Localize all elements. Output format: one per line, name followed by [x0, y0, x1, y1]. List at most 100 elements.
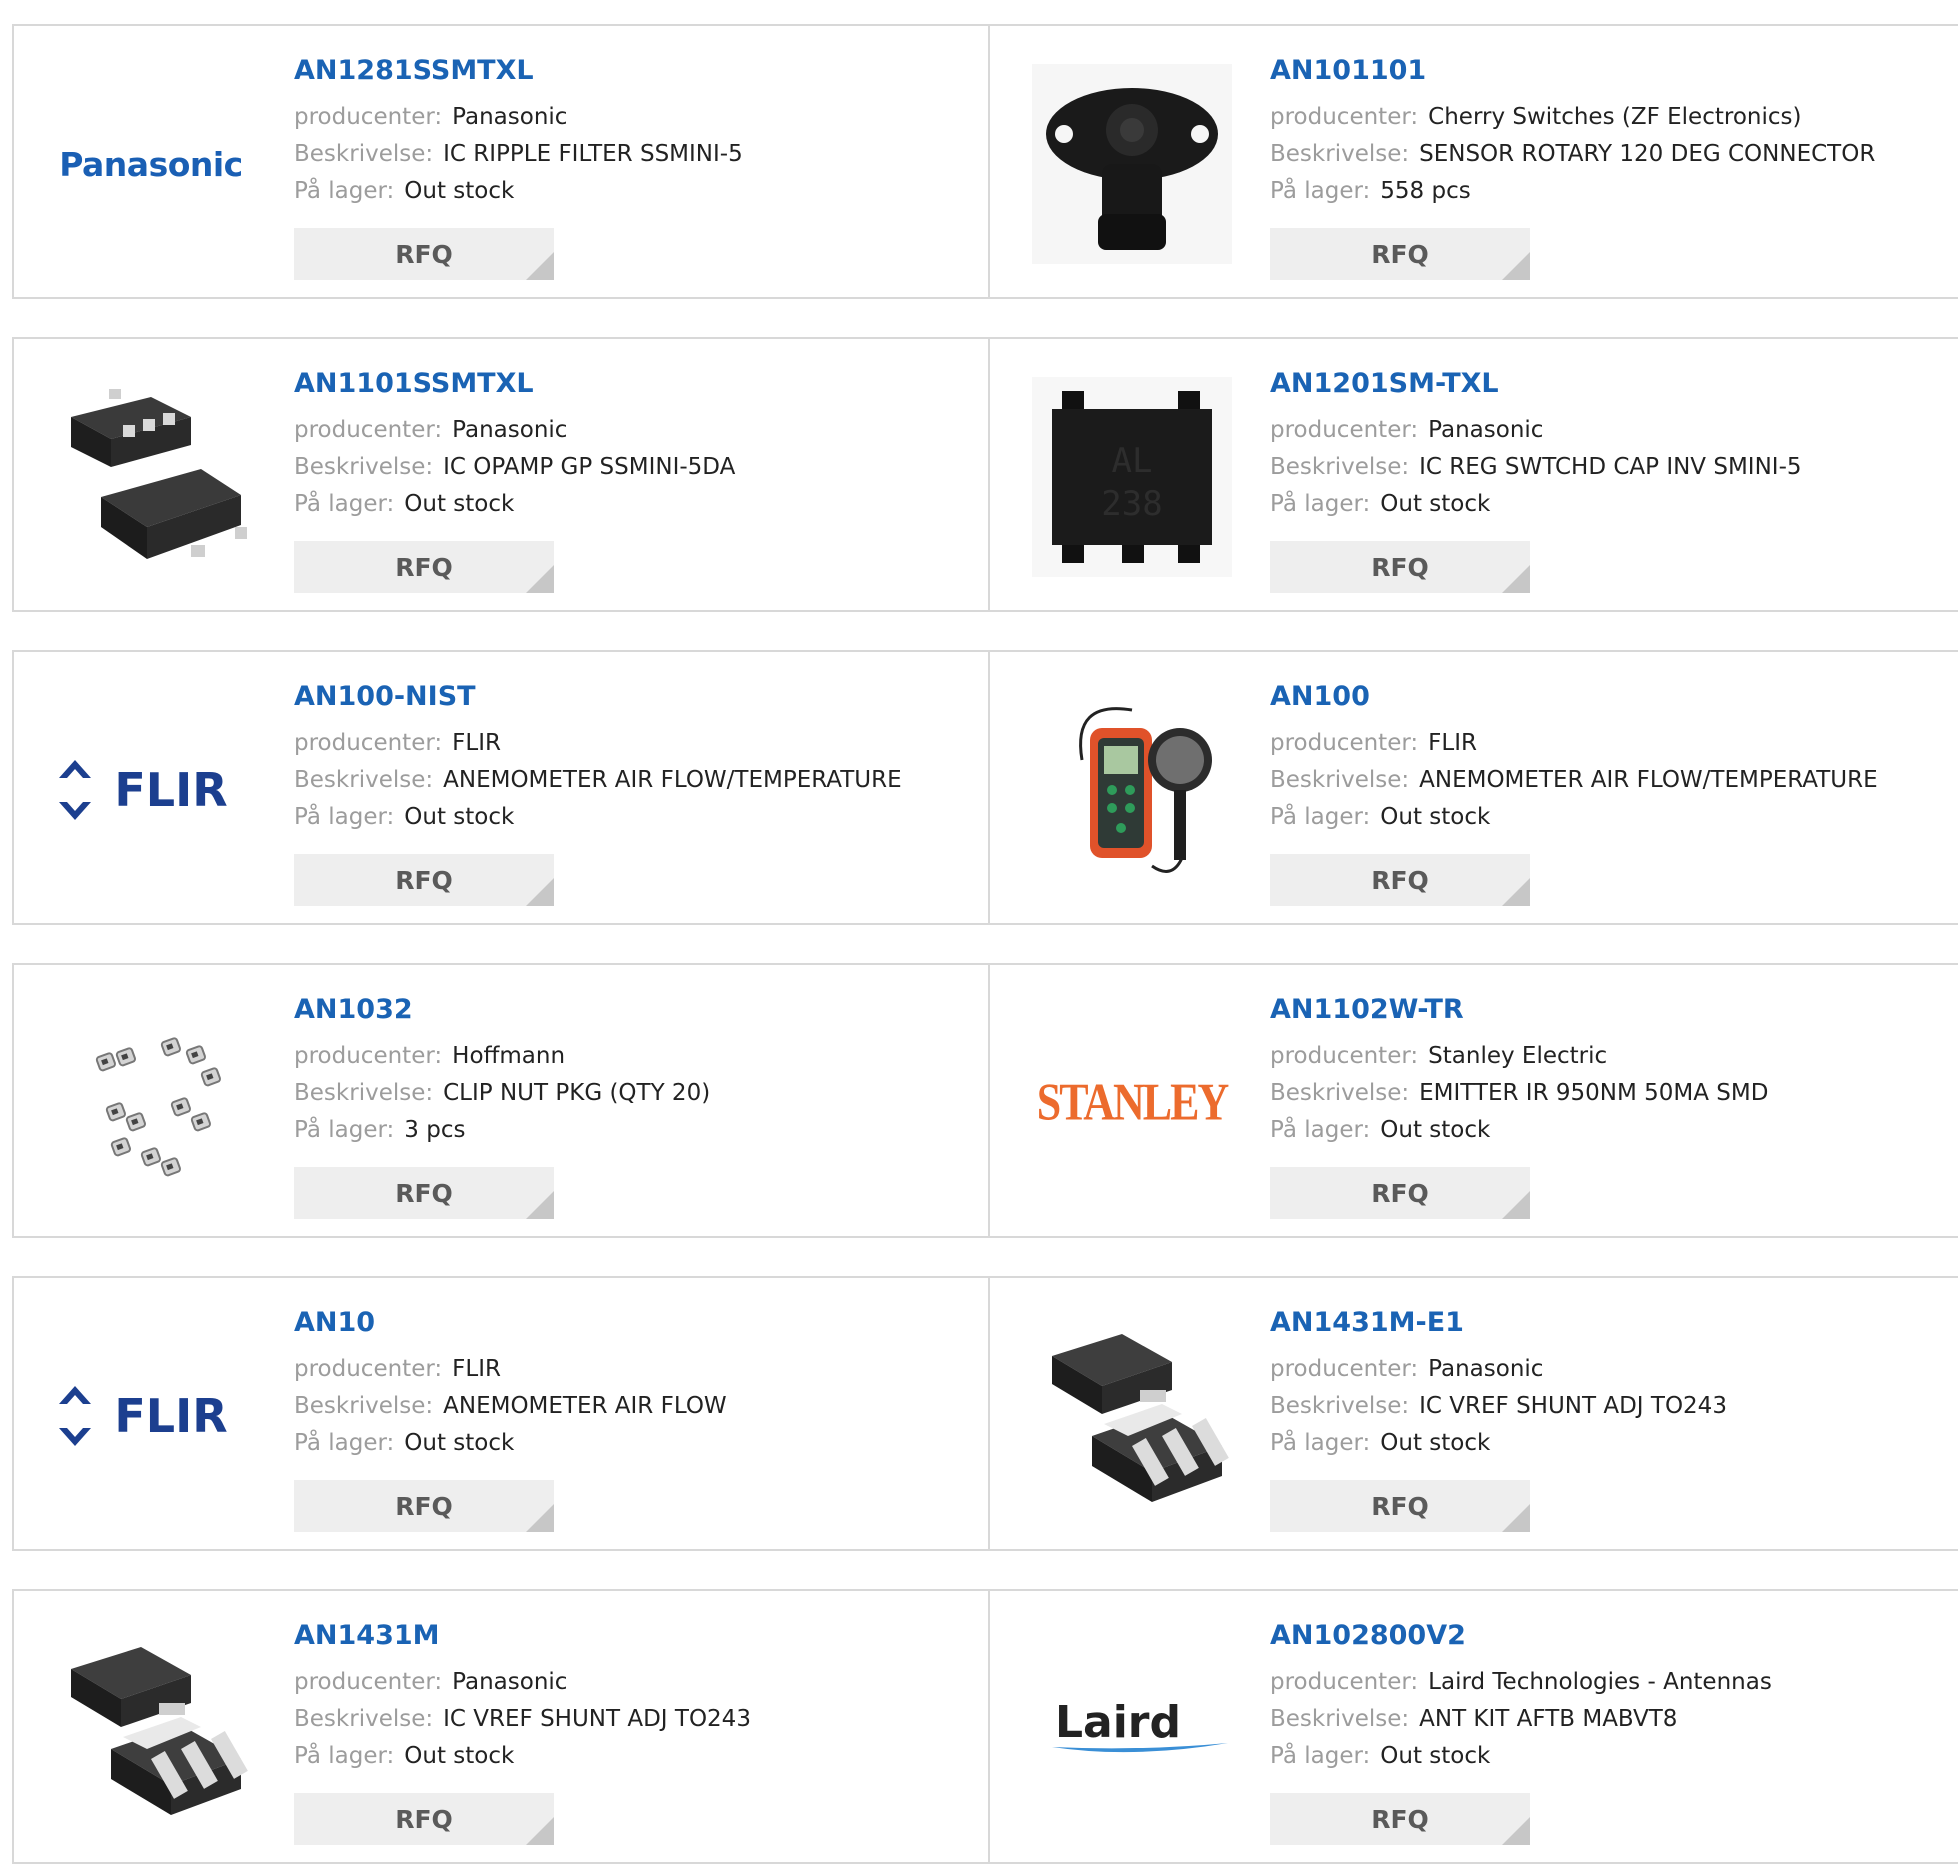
- description-row: Beskrivelse: IC VREF SHUNT ADJ TO243: [1270, 1388, 1930, 1425]
- part-number-link[interactable]: AN1281SSMTXL: [294, 54, 954, 88]
- manufacturer-value: FLIR: [452, 1356, 501, 1382]
- manufacturer-label: producenter:: [294, 1043, 443, 1069]
- product-info: AN101101 producenter: Cherry Switches (ZF…: [1270, 54, 1930, 210]
- part-number-link[interactable]: AN1102W-TR: [1270, 993, 1930, 1027]
- part-number-link[interactable]: AN102800V2: [1270, 1619, 1930, 1653]
- corner-decoration: [1502, 565, 1530, 593]
- stanley-logo[interactable]: STANLEY: [1032, 1003, 1232, 1203]
- rfq-button[interactable]: RFQ: [294, 1167, 554, 1219]
- description-label: Beskrivelse:: [294, 1706, 434, 1732]
- rotary-sensor-photo[interactable]: [1032, 64, 1232, 264]
- description-value: ANEMOMETER AIR FLOW: [443, 1393, 727, 1419]
- manufacturer-value: FLIR: [452, 730, 501, 756]
- rfq-button[interactable]: RFQ: [1270, 1167, 1530, 1219]
- stock-row: På lager: 3 pcs: [294, 1112, 954, 1149]
- manufacturer-value: Laird Technologies - Antennas: [1428, 1669, 1772, 1695]
- stock-row: På lager: Out stock: [1270, 1738, 1930, 1775]
- panasonic-logo-text: Panasonic: [59, 145, 243, 184]
- description-row: Beskrivelse: ANEMOMETER AIR FLOW/TEMPERAT…: [1270, 762, 1930, 799]
- rfq-button[interactable]: RFQ: [294, 854, 554, 906]
- stock-row: På lager: Out stock: [294, 486, 954, 523]
- description-label: Beskrivelse:: [1270, 1393, 1410, 1419]
- manufacturer-value: Panasonic: [452, 1669, 568, 1695]
- manufacturer-row: producenter: Stanley Electric: [1270, 1038, 1930, 1075]
- manufacturer-row: producenter: Panasonic: [294, 412, 954, 449]
- manufacturer-label: producenter:: [1270, 1356, 1419, 1382]
- product-info: AN1281SSMTXL producenter: Panasonic Beskr…: [294, 54, 954, 210]
- part-number-link[interactable]: AN1032: [294, 993, 954, 1027]
- part-number-link[interactable]: AN1101SSMTXL: [294, 367, 954, 401]
- rfq-button[interactable]: RFQ: [294, 228, 554, 280]
- part-number-link[interactable]: AN101101: [1270, 54, 1930, 88]
- rfq-button[interactable]: RFQ: [1270, 228, 1530, 280]
- description-row: Beskrivelse: ANEMOMETER AIR FLOW: [294, 1388, 954, 1425]
- rfq-label: RFQ: [1371, 239, 1429, 269]
- product-info: AN1102W-TR producenter: Stanley Electric …: [1270, 993, 1930, 1149]
- rfq-button[interactable]: RFQ: [294, 541, 554, 593]
- manufacturer-value: FLIR: [1428, 730, 1477, 756]
- manufacturer-label: producenter:: [1270, 730, 1419, 756]
- product-card: AL 238 AN1201SM-TXL producenter: Panasoni…: [990, 337, 1958, 612]
- manufacturer-row: producenter: Panasonic: [294, 99, 954, 136]
- corner-decoration: [1502, 878, 1530, 906]
- part-number-link[interactable]: AN1431M-E1: [1270, 1306, 1930, 1340]
- product-info: AN1431M-E1 producenter: Panasonic Beskriv…: [1270, 1306, 1930, 1462]
- product-info: AN102800V2 producenter: Laird Technologie…: [1270, 1619, 1930, 1775]
- rfq-label: RFQ: [1371, 865, 1429, 895]
- manufacturer-value: Panasonic: [1428, 417, 1544, 443]
- stock-value: 3 pcs: [404, 1117, 466, 1143]
- rfq-button[interactable]: RFQ: [1270, 1793, 1530, 1845]
- product-card: STANLEY AN1102W-TR producenter: Stanley E…: [990, 963, 1958, 1238]
- product-card: AN1032 producenter: Hoffmann Beskrivelse:…: [12, 963, 990, 1238]
- manufacturer-row: producenter: Panasonic: [1270, 412, 1930, 449]
- rfq-label: RFQ: [1371, 1804, 1429, 1834]
- rfq-label: RFQ: [395, 1491, 453, 1521]
- product-grid: Panasonic AN1281SSMTXL producenter: Panas…: [12, 24, 1958, 1864]
- stanley-logo-text: STANLEY: [1037, 1073, 1229, 1132]
- manufacturer-label: producenter:: [1270, 1043, 1419, 1069]
- ic-package-photo[interactable]: [51, 377, 251, 577]
- panasonic-logo[interactable]: Panasonic: [51, 64, 251, 264]
- stock-row: På lager: Out stock: [294, 799, 954, 836]
- flir-logo[interactable]: FLIR: [51, 1316, 251, 1516]
- rfq-button[interactable]: RFQ: [1270, 541, 1530, 593]
- rfq-label: RFQ: [1371, 1178, 1429, 1208]
- description-label: Beskrivelse:: [294, 454, 434, 480]
- rfq-button[interactable]: RFQ: [294, 1793, 554, 1845]
- manufacturer-row: producenter: FLIR: [294, 1351, 954, 1388]
- stock-row: På lager: Out stock: [1270, 1425, 1930, 1462]
- product-card: AN1431M producenter: Panasonic Beskrivels…: [12, 1589, 990, 1864]
- manufacturer-value: Panasonic: [452, 104, 568, 130]
- sot89-package-photo[interactable]: [1032, 1316, 1232, 1516]
- manufacturer-row: producenter: FLIR: [294, 725, 954, 762]
- part-number-link[interactable]: AN1201SM-TXL: [1270, 367, 1930, 401]
- stock-row: På lager: Out stock: [294, 1738, 954, 1775]
- stock-label: På lager:: [1270, 178, 1371, 204]
- description-row: Beskrivelse: IC VREF SHUNT ADJ TO243: [294, 1701, 954, 1738]
- part-number-link[interactable]: AN1431M: [294, 1619, 954, 1653]
- stock-row: På lager: Out stock: [294, 173, 954, 210]
- product-card: AN100 producenter: FLIR Beskrivelse: ANEMO…: [990, 650, 1958, 925]
- manufacturer-label: producenter:: [294, 104, 443, 130]
- manufacturer-label: producenter:: [294, 1669, 443, 1695]
- clip-nuts-photo[interactable]: [51, 1003, 251, 1203]
- manufacturer-row: producenter: Cherry Switches (ZF Electron…: [1270, 99, 1930, 136]
- ic-chip-photo[interactable]: AL 238: [1032, 377, 1232, 577]
- flir-logo[interactable]: FLIR: [51, 690, 251, 890]
- stock-label: På lager:: [294, 1430, 395, 1456]
- part-number-link[interactable]: AN100-NIST: [294, 680, 954, 714]
- rfq-button[interactable]: RFQ: [1270, 1480, 1530, 1532]
- stock-value: Out stock: [404, 1430, 515, 1456]
- corner-decoration: [526, 1504, 554, 1532]
- rfq-button[interactable]: RFQ: [1270, 854, 1530, 906]
- description-value: IC REG SWTCHD CAP INV SMINI-5: [1419, 454, 1802, 480]
- laird-logo[interactable]: Laird: [1032, 1629, 1232, 1829]
- rfq-button[interactable]: RFQ: [294, 1480, 554, 1532]
- part-number-link[interactable]: AN10: [294, 1306, 954, 1340]
- description-label: Beskrivelse:: [1270, 767, 1410, 793]
- sot89-package-photo[interactable]: [51, 1629, 251, 1829]
- anemometer-photo[interactable]: [1032, 690, 1232, 890]
- product-card: Laird AN102800V2 producenter: Laird Techn…: [990, 1589, 1958, 1864]
- description-value: SENSOR ROTARY 120 DEG CONNECTOR: [1419, 141, 1876, 167]
- part-number-link[interactable]: AN100: [1270, 680, 1930, 714]
